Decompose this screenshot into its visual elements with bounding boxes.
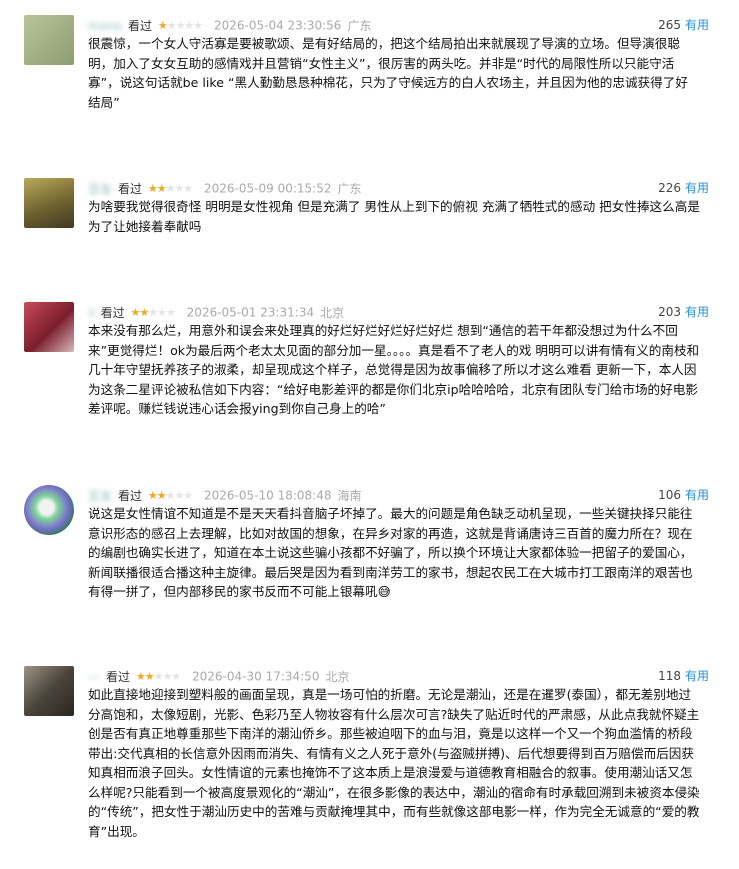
vote-count: 106 (658, 488, 681, 502)
review-location: 北京 (325, 669, 350, 684)
vote-count: 118 (658, 669, 681, 683)
rating-stars: ★★★★★ (147, 488, 193, 502)
useful-button[interactable]: 有用 (685, 488, 709, 502)
review-meta: — 看过 ★★★★★ 2026-04-30 17:34:50 北京 (88, 666, 709, 686)
review-content: 本来没有那么烂，用意外和误会来处理真的好烂好烂好烂好烂好烂 想到“通信的若干年都… (88, 323, 700, 416)
review-location: 北京 (320, 305, 345, 320)
review-location: 海南 (337, 488, 362, 503)
avatar[interactable] (24, 15, 74, 65)
review-time[interactable]: 2026-04-30 17:34:50 (192, 670, 319, 684)
vote-count: 226 (658, 181, 681, 195)
vote-area: 118 有用 (658, 666, 709, 686)
review-location: 广东 (337, 181, 362, 196)
watched-label: 看过 (118, 488, 143, 503)
avatar[interactable] (24, 485, 74, 535)
review-time[interactable]: 2026-05-04 23:30:56 (214, 19, 341, 33)
username-link[interactable]: mono (88, 16, 122, 36)
vote-area: 265 有用 (658, 15, 709, 35)
review-content: 说这是女性情谊不知道是不是天天看抖音脑子坏掉了。最大的问题是角色缺乏动机呈现，一… (88, 506, 693, 599)
review-content: 很震惊，一个女人守活寡是要被歌颂、是有好结局的，把这个结局拍出来就展现了导演的立… (88, 36, 688, 110)
watched-label: 看过 (106, 669, 131, 684)
review-content: 如此直接地迎接到塑料般的画面呈现，真是一场可怕的折磨。无论是潮汕，还是在暹罗(泰… (88, 687, 700, 839)
useful-button[interactable]: 有用 (685, 305, 709, 319)
review-meta: 豆友 看过 ★★★★★ 2026-05-09 00:15:52 广东 (88, 178, 709, 198)
username-link[interactable]: 豆友 (88, 486, 112, 506)
review-time[interactable]: 2026-05-01 23:31:34 (187, 306, 314, 320)
review-meta: 豆友 看过 ★★★★★ 2026-05-10 18:08:48 海南 (88, 485, 709, 505)
vote-area: 226 有用 (658, 178, 709, 198)
watched-label: 看过 (100, 305, 125, 320)
vote-area: 203 有用 (658, 302, 709, 322)
vote-area: 106 有用 (658, 485, 709, 505)
useful-button[interactable]: 有用 (685, 669, 709, 683)
rating-stars: ★★★★★ (135, 669, 181, 683)
watched-label: 看过 (127, 18, 152, 33)
review-location: 广东 (347, 18, 372, 33)
username-link[interactable]: ii (88, 303, 95, 323)
review-time[interactable]: 2026-05-09 00:15:52 (204, 182, 331, 196)
review-content: 为啥要我觉得很奇怪 明明是女性视角 但是充满了 男性从上到下的俯视 充满了牺牲式… (88, 199, 700, 234)
rating-stars: ★★★★★ (157, 18, 203, 32)
rating-stars: ★★★★★ (147, 181, 193, 195)
avatar[interactable] (24, 178, 74, 228)
avatar[interactable] (24, 666, 74, 716)
username-link[interactable]: 豆友 (88, 179, 112, 199)
watched-label: 看过 (118, 181, 143, 196)
avatar[interactable] (24, 302, 74, 352)
review-meta: mono 看过 ★★★★★ 2026-05-04 23:30:56 广东 (88, 15, 709, 35)
useful-button[interactable]: 有用 (685, 181, 709, 195)
rating-stars: ★★★★★ (130, 305, 176, 319)
review-meta: ii 看过 ★★★★★ 2026-05-01 23:31:34 北京 (88, 302, 709, 322)
review-list: mono 看过 ★★★★★ 2026-05-04 23:30:56 广东 265 有用… (0, 0, 739, 869)
vote-count: 203 (658, 305, 681, 319)
review-time[interactable]: 2026-05-10 18:08:48 (204, 489, 331, 503)
vote-count: 265 (658, 18, 681, 32)
username-link[interactable]: — (88, 667, 100, 687)
useful-button[interactable]: 有用 (685, 18, 709, 32)
